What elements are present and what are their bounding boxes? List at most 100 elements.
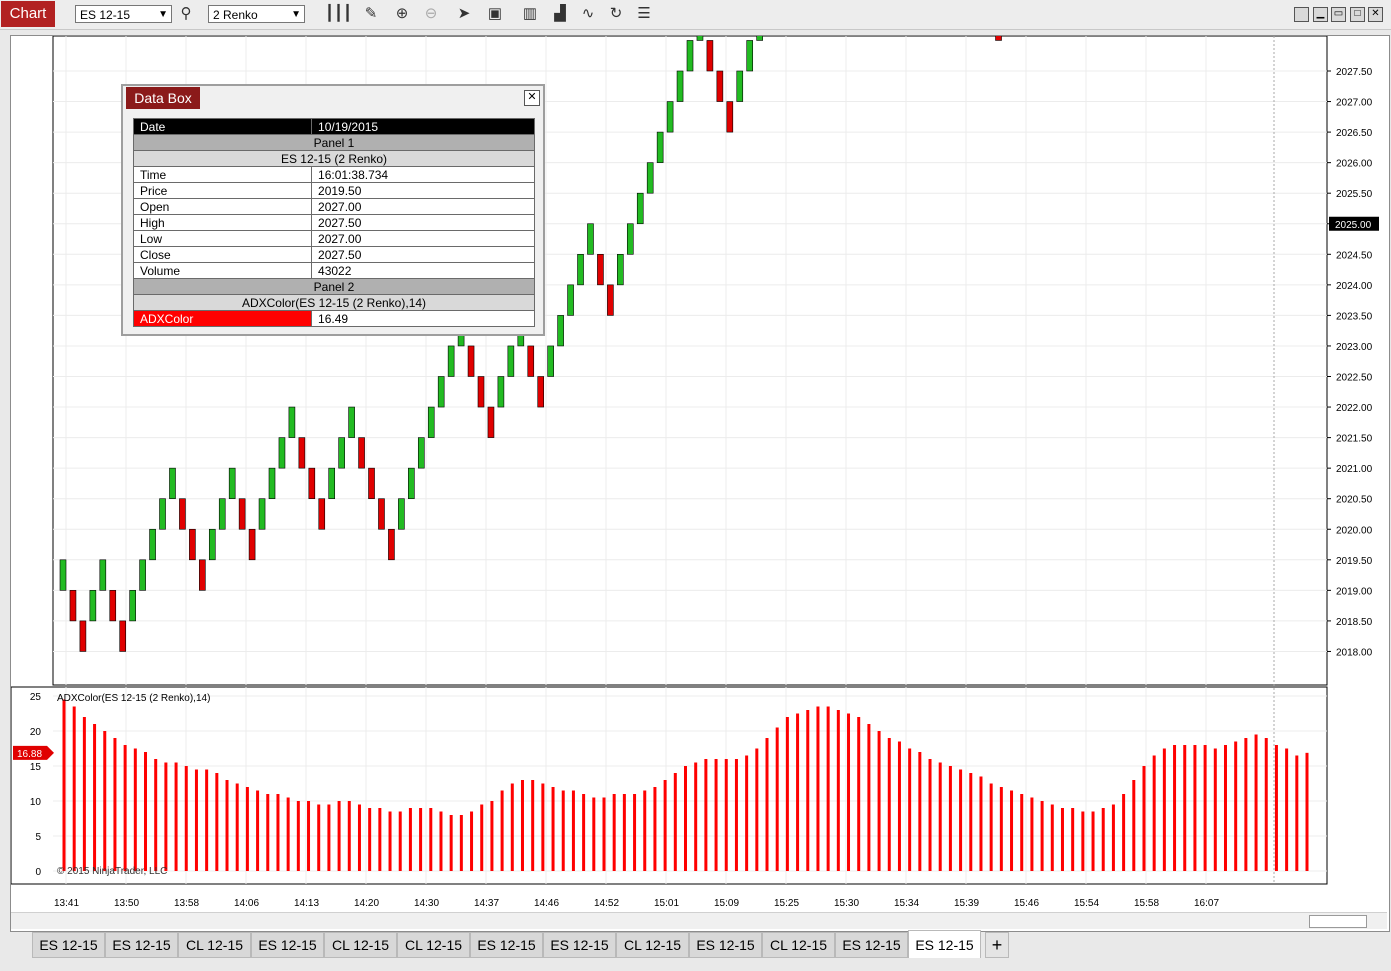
price-tick-label: 2019.50: [1336, 556, 1373, 567]
copyright-label: © 2015 NinjaTrader, LLC: [57, 866, 167, 877]
tab-es-12-15[interactable]: ES 12-15: [470, 932, 543, 958]
adx-bar: [1264, 738, 1268, 871]
pointer-icon[interactable]: ➤: [455, 5, 473, 23]
renko-brick: [388, 528, 395, 561]
adx-bar: [1050, 804, 1054, 871]
tab-es-12-15[interactable]: ES 12-15: [689, 932, 762, 958]
reload-icon[interactable]: ↻: [607, 5, 625, 23]
renko-brick: [248, 528, 256, 561]
window-maximize-icon[interactable]: □: [1350, 7, 1365, 22]
adx-bar: [908, 748, 912, 871]
row-label: Volume: [132, 262, 313, 279]
row-value: 2027.00: [311, 198, 535, 215]
tab-cl-12-15[interactable]: CL 12-15: [616, 932, 689, 958]
instrument-tabs: ES 12-15 ES 12-15 CL 12-15 ES 12-15 CL 12-15…: [10, 930, 1390, 958]
time-tick-label: 15:58: [1134, 898, 1159, 909]
adx-bar: [1173, 745, 1177, 871]
indicator-label: ADXColor: [132, 310, 313, 327]
draw-pencil-icon[interactable]: ✎: [362, 5, 380, 23]
renko-brick: [497, 376, 505, 408]
renko-brick: [746, 40, 754, 72]
tab-cl-12-15[interactable]: CL 12-15: [397, 932, 470, 958]
price-tick-label: 2024.50: [1336, 250, 1373, 261]
renko-brick: [626, 223, 634, 255]
adx-bar: [205, 769, 209, 871]
adx-bar: [918, 752, 922, 871]
time-tick-label: 14:30: [414, 898, 439, 909]
zoom-out-icon[interactable]: ⊖: [422, 5, 440, 23]
bar-type-value: 2 Renko: [213, 8, 258, 22]
price-tick-label: 2027.00: [1336, 98, 1373, 109]
data-box-window[interactable]: Data Box ✕ Date 10/19/2015 Panel 1 ES 12…: [121, 84, 545, 336]
tab-es-12-15[interactable]: ES 12-15: [543, 932, 616, 958]
search-icon[interactable]: ⚲: [177, 5, 195, 23]
time-tick-label: 15:25: [774, 898, 799, 909]
adx-bar: [266, 794, 270, 871]
adx-bar: [276, 794, 280, 871]
row-label: Close: [132, 246, 313, 263]
adx-bar: [123, 745, 127, 871]
properties-icon[interactable]: ▥: [521, 5, 539, 23]
row-value: 2019.50: [311, 182, 535, 199]
adx-bar: [174, 762, 178, 871]
add-tab-button[interactable]: +: [985, 932, 1009, 958]
time-tick-label: 15:46: [1014, 898, 1039, 909]
renko-brick: [109, 590, 117, 622]
data-box-icon[interactable]: ▣: [486, 5, 504, 23]
strategies-icon[interactable]: ▟: [551, 5, 569, 23]
tab-es-12-15[interactable]: ES 12-15: [32, 932, 105, 958]
adx-bar: [490, 801, 494, 871]
renko-brick: [995, 36, 1002, 41]
price-tick-label: 2021.00: [1336, 464, 1373, 475]
time-tick-label: 14:13: [294, 898, 319, 909]
zoom-in-icon[interactable]: ⊕: [393, 5, 411, 23]
indicator-row: ADXColor 16.49: [132, 310, 535, 327]
data-box-title: Data Box: [126, 87, 200, 109]
adx-bar: [582, 794, 586, 871]
tab-cl-12-15[interactable]: CL 12-15: [762, 932, 835, 958]
adx-bar: [622, 794, 626, 871]
tab-es-12-15[interactable]: ES 12-15: [908, 930, 981, 958]
tab-es-12-15[interactable]: ES 12-15: [251, 932, 324, 958]
adx-bar: [1295, 755, 1299, 871]
tab-cl-12-15[interactable]: CL 12-15: [324, 932, 397, 958]
adx-bar: [194, 769, 198, 871]
adx-bar: [551, 787, 555, 871]
adx-bar: [184, 766, 188, 871]
adx-bar: [1030, 797, 1034, 871]
adx-bar: [1040, 801, 1044, 871]
horizontal-scrollbar[interactable]: [11, 912, 1387, 929]
bar-type-selector[interactable]: 2 Renko ▼: [208, 5, 305, 23]
renko-brick: [547, 345, 554, 377]
tab-es-12-15[interactable]: ES 12-15: [835, 932, 908, 958]
adx-bar: [144, 752, 148, 871]
renko-brick: [298, 437, 306, 469]
chevron-down-icon: ▼: [291, 9, 301, 20]
price-tick-label: 2024.00: [1336, 281, 1373, 292]
renko-brick: [726, 101, 734, 133]
renko-brick: [308, 467, 316, 499]
indicators-icon[interactable]: ∿: [579, 5, 597, 23]
adx-bar: [1010, 790, 1014, 871]
minimize-all-button[interactable]: [1294, 7, 1309, 22]
close-button[interactable]: ✕: [1368, 7, 1383, 22]
instrument-selector[interactable]: ES 12-15 ▼: [75, 5, 172, 23]
adx-bar: [296, 801, 300, 871]
scroll-thumb[interactable]: [1309, 915, 1367, 928]
adx-bar: [429, 808, 433, 871]
price-tick-label: 2018.50: [1336, 617, 1373, 628]
adx-bar: [979, 776, 983, 871]
time-tick-label: 14:46: [534, 898, 559, 909]
restore-button[interactable]: ▁: [1313, 7, 1328, 22]
maximize-button[interactable]: ▭: [1331, 7, 1346, 22]
adx-bar: [133, 748, 137, 871]
adx-bar: [755, 748, 759, 871]
tab-cl-12-15[interactable]: CL 12-15: [178, 932, 251, 958]
tab-es-12-15[interactable]: ES 12-15: [105, 932, 178, 958]
close-icon[interactable]: ✕: [524, 90, 540, 106]
bars-type-icon[interactable]: ┃┃┃: [325, 5, 352, 23]
renko-brick: [218, 498, 226, 530]
adx-bar: [1305, 752, 1309, 871]
instrument-value: ES 12-15: [80, 8, 131, 22]
list-icon[interactable]: ☰: [635, 5, 653, 23]
